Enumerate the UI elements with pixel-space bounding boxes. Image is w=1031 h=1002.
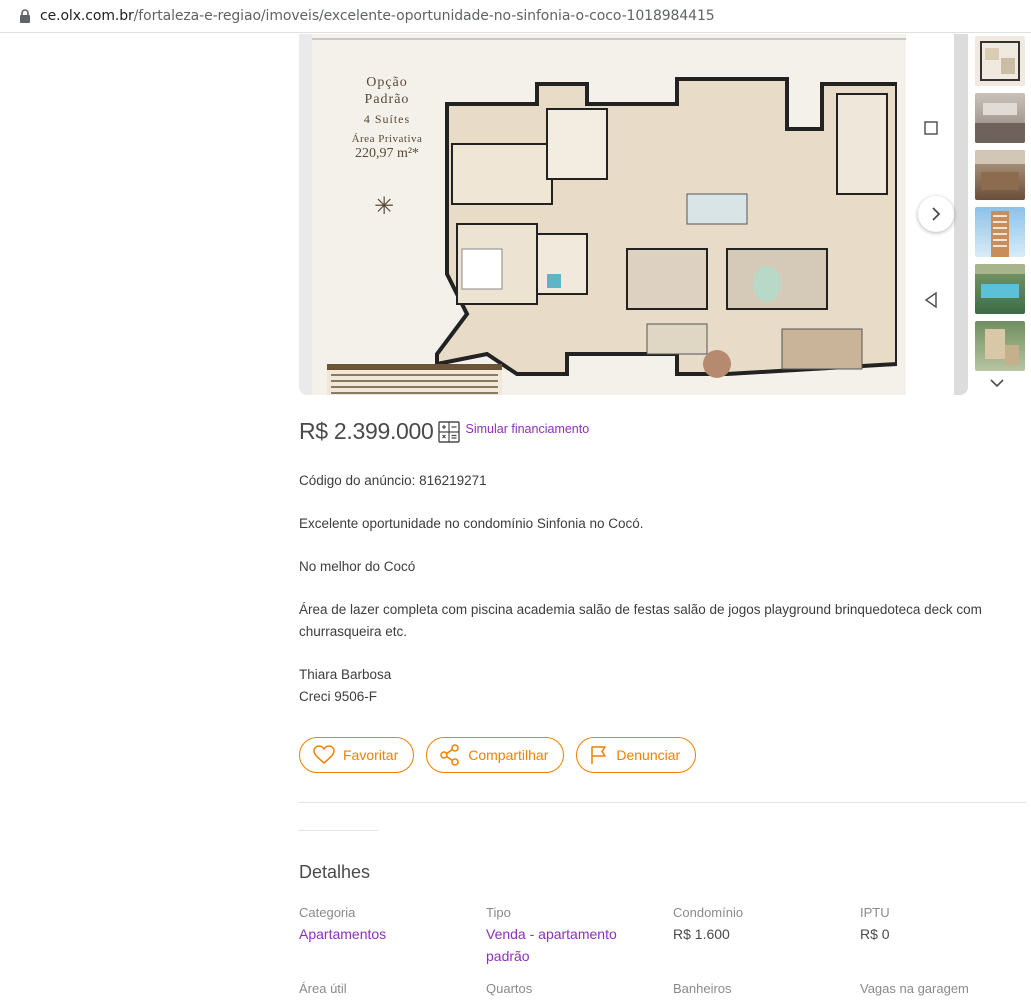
floor-plan-drawing: [435, 77, 897, 378]
compass-star-icon: ✳: [374, 193, 395, 220]
thumbnail-building[interactable]: [975, 207, 1025, 257]
calculator-icon[interactable]: [437, 420, 460, 443]
description-line: Excelente oportunidade no condomínio Sin…: [299, 516, 644, 531]
detail-tipo: Tipo Venda - apartamento padrão: [486, 904, 646, 967]
detail-area-util: Área útil: [299, 981, 347, 996]
gallery-main-image[interactable]: Opção Padrão 4 Suítes Área Privativa 220…: [299, 34, 968, 395]
ad-code: Código do anúncio: 816219271: [299, 473, 487, 488]
gallery-next-button[interactable]: [918, 196, 954, 232]
heart-icon: [313, 745, 335, 764]
url-text[interactable]: ce.olx.com.br/fortaleza-e-regiao/imoveis…: [40, 8, 715, 24]
detail-categoria: Categoria Apartamentos: [299, 904, 386, 945]
type-link[interactable]: Venda - apartamento padrão: [486, 923, 646, 967]
divider: [298, 830, 378, 831]
price-row: R$ 2.399.000 Simular financiamento: [299, 418, 589, 445]
detail-vagas-garagem: Vagas na garagem: [860, 981, 969, 996]
description-line: No melhor do Cocó: [299, 559, 416, 574]
thumbnail-aerial[interactable]: [975, 321, 1025, 371]
share-button[interactable]: Compartilhar: [426, 737, 565, 773]
category-link[interactable]: Apartamentos: [299, 923, 386, 945]
description-line: churrasqueira etc.: [299, 624, 408, 639]
report-button[interactable]: Denunciar: [576, 737, 697, 773]
address-bar[interactable]: ce.olx.com.br/fortaleza-e-regiao/imoveis…: [0, 0, 1031, 33]
description-line: Área de lazer completa com piscina acade…: [299, 602, 982, 617]
thumbnail-interior[interactable]: [975, 93, 1025, 143]
agent-name: Thiara Barbosa: [299, 667, 392, 682]
detail-condominio: Condomínio R$ 1.600: [673, 905, 744, 942]
detail-banheiros: Banheiros: [673, 981, 732, 996]
thumbnail-lobby[interactable]: [975, 150, 1025, 200]
price: R$ 2.399.000: [299, 418, 434, 444]
details-title: Detalhes: [299, 862, 371, 882]
thumbnail-pool[interactable]: [975, 264, 1025, 314]
flag-icon: [591, 746, 607, 764]
triangle-back-icon: [924, 292, 937, 308]
lock-icon: [20, 9, 30, 23]
chevron-right-icon: [932, 207, 941, 221]
gallery-thumbnails: [975, 36, 1027, 378]
simulate-financing-link[interactable]: Simular financiamento: [466, 422, 590, 436]
chevron-down-icon[interactable]: [988, 374, 1006, 392]
listing-actions: Favoritar Compartilhar Denunciar: [299, 737, 697, 773]
thumbnail-floorplan[interactable]: [975, 36, 1025, 86]
detail-quartos: Quartos: [486, 981, 533, 996]
favorite-button[interactable]: Favoritar: [299, 737, 415, 773]
detail-iptu: IPTU R$ 0: [860, 905, 890, 942]
agent-creci: Creci 9506-F: [299, 689, 378, 704]
divider: [298, 802, 1026, 803]
floor-plan-image: Opção Padrão 4 Suítes Área Privativa 220…: [312, 34, 906, 395]
plan-title: Opção Padrão 4 Suítes Área Privativa 220…: [351, 75, 423, 161]
square-icon: [924, 121, 938, 135]
share-icon: [440, 744, 459, 766]
area-table-image: [327, 364, 502, 395]
